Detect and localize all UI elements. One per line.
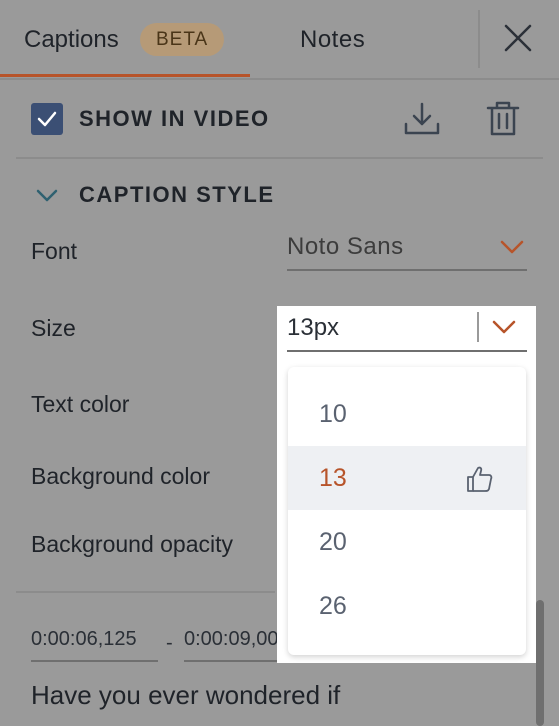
close-icon xyxy=(504,24,532,52)
chevron-down-icon xyxy=(36,189,58,202)
size-option-label: 20 xyxy=(319,528,347,556)
beta-badge: BETA xyxy=(140,23,225,56)
size-select[interactable]: 13px xyxy=(287,310,527,352)
size-label: Size xyxy=(31,315,76,341)
trash-icon xyxy=(486,101,520,136)
size-dropdown-menu: 10 13 20 26 xyxy=(288,367,526,655)
tab-divider xyxy=(478,10,480,68)
chevron-down-icon xyxy=(492,320,516,334)
caption-end-time[interactable]: 0:00:09,00 xyxy=(184,628,277,662)
size-option-10[interactable]: 10 xyxy=(288,382,526,446)
font-select[interactable]: Noto Sans xyxy=(287,227,527,271)
size-option-label: 10 xyxy=(319,400,347,428)
checkmark-icon xyxy=(37,111,57,127)
font-label: Font xyxy=(31,238,78,264)
thumbs-up-icon xyxy=(467,466,493,492)
font-select-value: Noto Sans xyxy=(287,233,404,260)
download-icon xyxy=(404,102,440,135)
size-option-label: 13 xyxy=(319,464,347,492)
caption-style-toggle[interactable] xyxy=(34,184,60,206)
tab-notes[interactable]: Notes xyxy=(300,26,365,54)
select-separator xyxy=(477,312,479,342)
size-select-value: 13px xyxy=(287,314,340,341)
chevron-down-icon xyxy=(500,240,524,254)
size-option-20[interactable]: 20 xyxy=(288,510,526,574)
section-divider xyxy=(16,157,543,159)
caption-style-title: CAPTION STYLE xyxy=(79,182,275,207)
delete-button[interactable] xyxy=(482,98,524,140)
close-button[interactable] xyxy=(498,18,538,58)
show-in-video-label: SHOW IN VIDEO xyxy=(79,106,270,131)
active-tab-indicator xyxy=(0,74,250,77)
caption-start-time[interactable]: 0:00:06,125 xyxy=(31,628,158,662)
tab-captions[interactable]: Captions BETA xyxy=(0,0,250,76)
download-button[interactable] xyxy=(401,98,443,140)
background-color-label: Background color xyxy=(31,463,210,489)
tab-captions-label: Captions xyxy=(24,26,119,53)
size-option-26[interactable]: 26 xyxy=(288,574,526,638)
time-separator: - xyxy=(166,632,173,654)
size-option-label: 26 xyxy=(319,592,347,620)
size-option-13[interactable]: 13 xyxy=(288,446,526,510)
show-in-video-checkbox[interactable] xyxy=(31,103,63,135)
text-color-label: Text color xyxy=(31,391,130,417)
scrollbar-thumb[interactable] xyxy=(536,600,544,726)
caption-divider xyxy=(16,591,275,593)
background-opacity-label: Background opacity xyxy=(31,531,234,557)
caption-text[interactable]: Have you ever wondered if xyxy=(31,680,340,711)
